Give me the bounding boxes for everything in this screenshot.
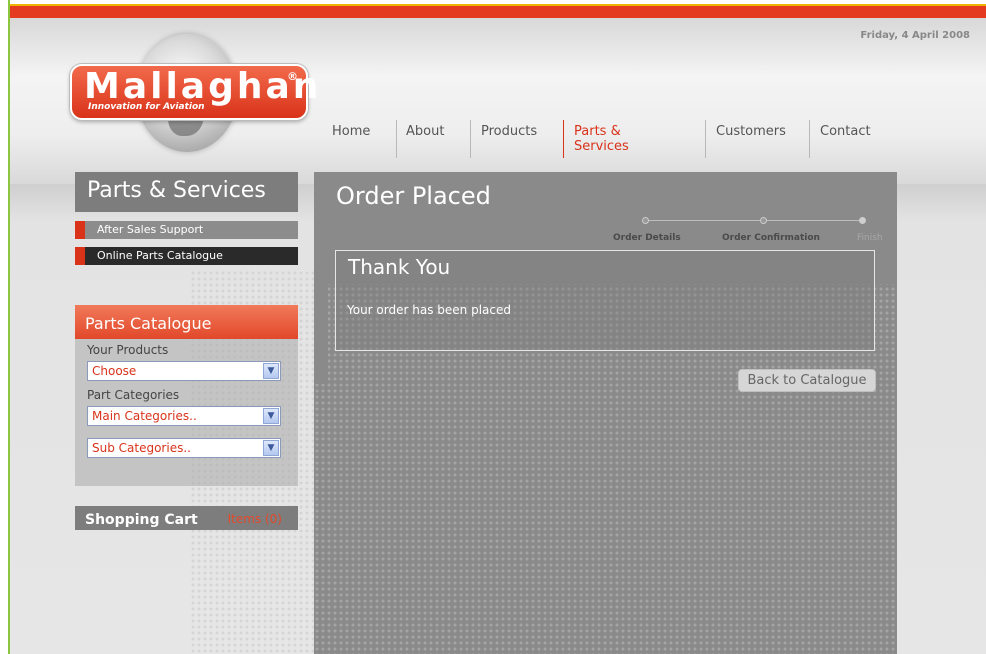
sidebar-item-online-parts-catalogue[interactable]: Online Parts Catalogue <box>75 247 298 265</box>
nav-separator <box>470 120 471 158</box>
chevron-down-icon[interactable]: ▼ <box>263 440 279 456</box>
parts-catalogue-title: Parts Catalogue <box>75 305 298 339</box>
nav-home[interactable]: Home <box>332 118 370 158</box>
date-display: Friday, 4 April 2008 <box>860 30 970 41</box>
page-title: Order Placed <box>336 182 491 210</box>
map-mask <box>314 284 328 384</box>
shopping-cart-label: Shopping Cart <box>85 512 198 528</box>
progress-step-dot <box>642 217 649 224</box>
progress-line <box>646 220 764 221</box>
progress-step-dot <box>760 217 767 224</box>
cart-items-count[interactable]: Items (0) <box>228 512 282 526</box>
main-categories-select-value: Main Categories.. <box>92 409 197 423</box>
products-select[interactable]: Choose ▼ <box>87 361 281 381</box>
nav-products[interactable]: Products <box>481 118 537 158</box>
logo-tagline: Innovation for Aviation <box>88 102 205 112</box>
step-order-confirmation: Order Confirmation <box>722 233 820 243</box>
progress-line <box>766 220 862 221</box>
sidebar-item-label: After Sales Support <box>97 223 204 236</box>
sidebar-item-marker <box>75 247 85 265</box>
step-order-details: Order Details <box>613 233 681 243</box>
chevron-down-icon[interactable]: ▼ <box>263 408 279 424</box>
nav-contact[interactable]: Contact <box>820 118 871 158</box>
nav-about[interactable]: About <box>406 118 444 158</box>
step-finish: Finish <box>857 233 883 243</box>
nav-parts-services[interactable]: Parts & Services <box>574 118 629 158</box>
parts-catalogue-panel: Parts Catalogue Your Products Choose ▼ P… <box>75 305 298 486</box>
sub-categories-select[interactable]: Sub Categories.. ▼ <box>87 438 281 458</box>
products-select-value: Choose <box>92 364 137 378</box>
nav-separator-active <box>563 120 564 158</box>
confirmation-box: Thank You Your order has been placed <box>335 250 875 351</box>
confirmation-message: Your order has been placed <box>347 303 511 317</box>
thank-you-heading: Thank You <box>348 255 451 279</box>
logo-text[interactable]: Mallaghan <box>84 66 321 107</box>
chevron-down-icon[interactable]: ▼ <box>263 363 279 379</box>
main-categories-select[interactable]: Main Categories.. ▼ <box>87 406 281 426</box>
back-to-catalogue-button[interactable]: Back to Catalogue <box>738 369 876 392</box>
main-content: Order Placed Order Details Order Confirm… <box>314 172 897 654</box>
sidebar-title: Parts & Services <box>75 172 298 212</box>
your-products-label: Your Products <box>87 343 169 357</box>
shopping-cart-bar[interactable]: Shopping Cart Items (0) <box>75 506 298 530</box>
nav-separator <box>809 120 810 158</box>
sidebar-item-label: Online Parts Catalogue <box>97 249 223 262</box>
sidebar-item-marker <box>75 221 85 239</box>
nav-separator <box>705 120 706 158</box>
nav-separator <box>396 120 397 158</box>
sidebar-item-after-sales-support[interactable]: After Sales Support <box>75 221 298 239</box>
sub-categories-select-value: Sub Categories.. <box>92 441 191 455</box>
progress-step-dot-current <box>859 217 866 224</box>
nav-customers[interactable]: Customers <box>716 118 786 158</box>
logo-registered-mark: ® <box>287 70 298 83</box>
top-red-bar <box>10 6 986 18</box>
part-categories-label: Part Categories <box>87 388 180 402</box>
